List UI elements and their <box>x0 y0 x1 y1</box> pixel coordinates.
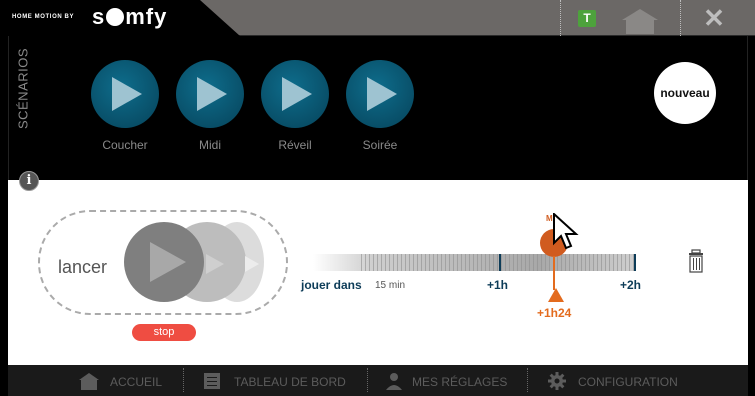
t-button[interactable]: T <box>578 10 596 27</box>
scenario-reveil[interactable]: Réveil <box>260 60 330 152</box>
nav-divider <box>527 368 528 392</box>
mouse-cursor-icon <box>553 213 579 250</box>
header-divider <box>680 0 681 36</box>
nav-configuration[interactable]: CONFIGURATION <box>578 375 678 389</box>
timeline-tick-1h: +1h <box>487 278 509 292</box>
scenario-label: Midi <box>198 138 221 152</box>
scenario-coucher[interactable]: Coucher <box>90 60 160 152</box>
play-icon <box>206 254 224 274</box>
somfy-app: HOME MOTION BY s mfy T ✕ SCÉNARIOS Couche… <box>0 0 755 396</box>
scenarios-section-label: SCÉNARIOS <box>15 47 31 130</box>
somfy-logo: s mfy <box>92 4 168 29</box>
nav-tableau-de-bord[interactable]: TABLEAU DE BORD <box>234 375 346 389</box>
user-icon[interactable] <box>384 372 404 390</box>
timeline-slider[interactable] <box>313 254 636 271</box>
gear-icon[interactable] <box>548 372 566 390</box>
play-icon[interactable] <box>91 60 159 128</box>
nav-divider <box>367 368 368 392</box>
home-icon[interactable] <box>622 8 658 34</box>
play-icon <box>245 256 259 272</box>
timeline-marker-label: +1h24 <box>537 306 572 320</box>
nav-mes-reglages[interactable]: MES RÉGLAGES <box>412 375 507 389</box>
scenario-soiree[interactable]: Soirée <box>345 60 415 152</box>
nav-divider <box>183 368 184 392</box>
brand-subtitle: HOME MOTION BY <box>12 14 75 20</box>
home-icon[interactable] <box>78 372 100 390</box>
scenario-label: Coucher <box>102 138 148 152</box>
trash-icon[interactable] <box>688 249 704 273</box>
nav-accueil[interactable]: ACCUEIL <box>110 375 162 389</box>
play-icon[interactable] <box>176 60 244 128</box>
info-icon[interactable]: i <box>19 171 39 191</box>
close-icon[interactable]: ✕ <box>700 5 728 31</box>
timeline-marker-line <box>553 256 555 290</box>
play-icon[interactable] <box>346 60 414 128</box>
header-divider <box>560 0 561 36</box>
play-icon[interactable] <box>148 240 188 284</box>
play-icon[interactable] <box>261 60 329 128</box>
launch-label: lancer <box>58 257 108 277</box>
scenario-label: Soirée <box>362 138 398 152</box>
scenario-midi[interactable]: Midi <box>175 60 245 152</box>
new-scenario-button[interactable]: nouveau <box>654 62 716 124</box>
timeline-play-in-label: jouer dans <box>301 278 362 292</box>
header-bar: HOME MOTION BY s mfy T ✕ <box>0 0 755 36</box>
timeline-min-label: 15 min <box>375 280 406 291</box>
dashboard-icon[interactable] <box>203 372 221 390</box>
timeline-tick-2h: +2h <box>620 278 642 292</box>
stop-button[interactable]: stop <box>132 324 196 341</box>
scenario-label: Réveil <box>278 138 312 152</box>
timeline-marker-triangle <box>548 288 564 302</box>
